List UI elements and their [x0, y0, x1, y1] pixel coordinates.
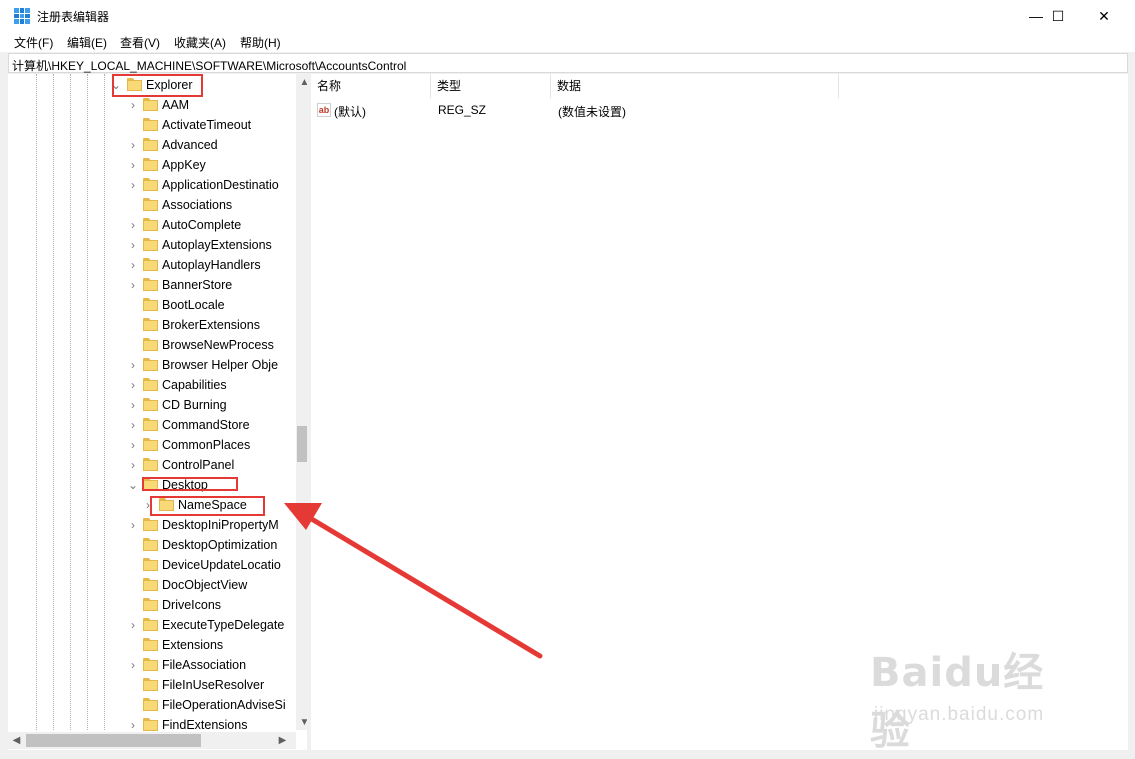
baidu-watermark: Baidu经验 jingyan.baidu.com [870, 640, 1080, 754]
watermark-url: jingyan.baidu.com [874, 704, 1045, 725]
baidu-jingyan-logo: Baidu经验 [870, 650, 1045, 754]
